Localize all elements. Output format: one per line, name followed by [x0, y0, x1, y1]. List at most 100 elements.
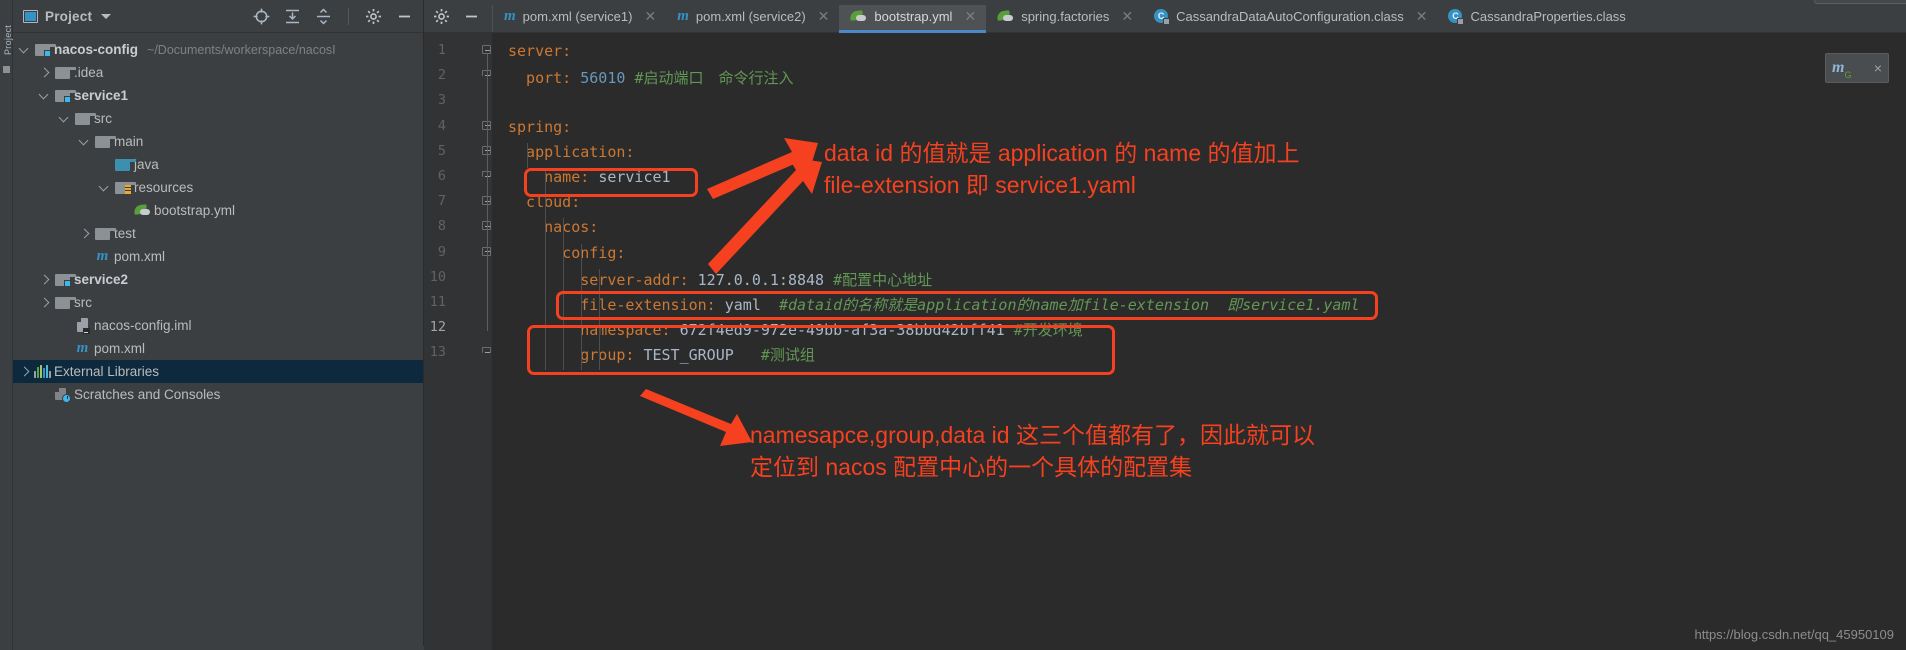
tree-row[interactable]: nacos-config.iml	[13, 314, 423, 337]
line-number: 13	[429, 344, 446, 361]
tree-row[interactable]: src	[13, 291, 423, 314]
tree-arrow-slot[interactable]	[37, 298, 52, 307]
line-number: 2	[437, 67, 446, 84]
tree-row[interactable]: nacos-config ~/Documents/workerspace/naco…	[13, 38, 423, 61]
editor-gutter[interactable]: 1 2 3 4 5 6 7 8 9 10 11 12 13	[424, 33, 492, 650]
tree-row[interactable]: .idea	[13, 61, 423, 84]
tree-item-label: nacos-config	[54, 42, 139, 57]
tree-row[interactable]: java	[13, 153, 423, 176]
fold-rail	[486, 54, 488, 332]
project-panel-title-group[interactable]: Project	[23, 9, 112, 24]
tree-item-label: test	[114, 226, 136, 241]
chevron-down-icon[interactable]	[60, 114, 69, 123]
close-icon[interactable]: ✕	[644, 9, 656, 23]
code-line: spring:	[508, 117, 572, 136]
line-number: 3	[437, 92, 446, 109]
tree-arrow-slot[interactable]	[77, 137, 92, 146]
code-line: file-extension: yaml #dataid的名称就是applica…	[508, 296, 1360, 314]
tree-item-label: pom.xml	[114, 249, 166, 264]
close-icon[interactable]: ✕	[818, 9, 830, 23]
editor-tab-label: CassandraProperties.class	[1470, 8, 1626, 24]
chevron-right-icon[interactable]	[20, 367, 29, 376]
tree-arrow-slot[interactable]	[37, 68, 52, 77]
tree-row[interactable]: m pom.xml	[13, 245, 423, 268]
tree-arrow-slot[interactable]	[37, 91, 52, 100]
tree-row[interactable]: bootstrap.yml	[13, 199, 423, 222]
maven-file-icon: m	[677, 7, 689, 24]
chevron-down-icon[interactable]	[80, 137, 89, 146]
sidebar-scrollbar[interactable]	[13, 646, 424, 650]
chevron-down-icon[interactable]	[40, 91, 49, 100]
hide-editor-icon[interactable]	[463, 8, 480, 25]
project-tree[interactable]: nacos-config ~/Documents/workerspace/naco…	[13, 33, 423, 406]
editor-tab-label: bootstrap.yml	[874, 8, 953, 24]
project-panel: Project nacos-config ~/Documents/workers…	[13, 0, 424, 650]
tree-arrow-slot[interactable]	[17, 45, 32, 54]
chevron-down-icon[interactable]	[101, 13, 112, 19]
hide-panel-icon[interactable]	[396, 8, 413, 25]
tree-item-label: pom.xml	[94, 341, 146, 356]
toolbar-remnant	[1754, 0, 1906, 5]
project-panel-actions	[253, 7, 417, 25]
project-view-icon	[23, 9, 38, 23]
window-chrome-strip	[424, 0, 1906, 5]
chevron-right-icon[interactable]	[40, 298, 49, 307]
expand-all-icon[interactable]	[315, 7, 332, 25]
tree-row[interactable]: service1	[13, 84, 423, 107]
code-content[interactable]: server: port: 56010 #启动端口 命令行注入 spring: a…	[492, 33, 1906, 650]
folder-icon	[55, 296, 76, 309]
indent-guide	[527, 142, 528, 168]
close-icon[interactable]: ✕	[964, 9, 976, 23]
project-panel-header: Project	[13, 0, 423, 33]
module-folder-icon	[35, 43, 56, 57]
chevron-down-icon[interactable]	[100, 183, 109, 192]
tree-row[interactable]: Scratches and Consoles	[13, 383, 423, 406]
chevron-right-icon[interactable]	[80, 229, 89, 238]
code-line: port: 56010 #启动端口 命令行注入	[508, 69, 794, 88]
line-number: 5	[437, 142, 446, 159]
close-icon[interactable]: ×	[1874, 60, 1882, 76]
chevron-down-icon[interactable]	[20, 45, 29, 54]
chevron-right-icon[interactable]	[40, 275, 49, 284]
editor-area: m pom.xml (service1) ✕ m pom.xml (service2) ✕…	[424, 0, 1906, 650]
code-line: group: TEST_GROUP #测试组	[508, 346, 815, 365]
resources-folder-icon	[115, 181, 136, 194]
chevron-right-icon[interactable]	[40, 68, 49, 77]
folder-icon	[95, 135, 116, 148]
vertical-tab-project[interactable]: Project	[3, 3, 13, 55]
indent-guide	[581, 243, 582, 370]
module-folder-icon	[55, 89, 76, 103]
tree-row[interactable]: test	[13, 222, 423, 245]
annotation-top-text: data id 的值就是 application 的 name 的值加上 fil…	[824, 140, 1300, 198]
settings-gear-icon[interactable]	[433, 8, 450, 25]
line-number: 11	[429, 294, 446, 310]
indent-guide	[563, 218, 564, 370]
ide-window: Project Project nacos-config ~/Documents…	[0, 0, 1906, 650]
line-number: 10	[429, 268, 446, 285]
line-number: 4	[437, 117, 446, 134]
tree-row[interactable]: m pom.xml	[13, 337, 423, 360]
tree-arrow-slot[interactable]	[77, 229, 92, 238]
close-icon[interactable]: ✕	[1416, 9, 1428, 23]
tree-row[interactable]: src	[13, 107, 423, 130]
tree-item-label: service2	[74, 272, 129, 287]
annotation-bottom-text: namesapce,group,data id 这三个值都有了，因此就可以 定位…	[750, 422, 1315, 480]
tree-row[interactable]: service2	[13, 268, 423, 291]
locate-icon[interactable]	[253, 8, 270, 25]
maven-file-icon: m	[504, 7, 516, 24]
maven-reload-popup[interactable]: mG ×	[1825, 53, 1889, 83]
settings-gear-icon[interactable]	[365, 8, 382, 25]
tree-arrow-slot[interactable]	[17, 367, 32, 376]
collapse-all-icon[interactable]	[284, 8, 301, 25]
tree-row[interactable]: resources	[13, 176, 423, 199]
close-icon[interactable]: ✕	[1121, 9, 1133, 23]
indent-guide	[599, 268, 600, 370]
tree-row[interactable]: External Libraries	[13, 360, 423, 383]
module-folder-icon	[55, 273, 76, 287]
tree-arrow-slot[interactable]	[37, 275, 52, 284]
tree-arrow-slot[interactable]	[57, 114, 72, 123]
tool-strip-marker-icon	[3, 66, 10, 73]
tree-row[interactable]: main	[13, 130, 423, 153]
tree-arrow-slot[interactable]	[97, 183, 112, 192]
maven-icon: mG	[1832, 59, 1852, 80]
